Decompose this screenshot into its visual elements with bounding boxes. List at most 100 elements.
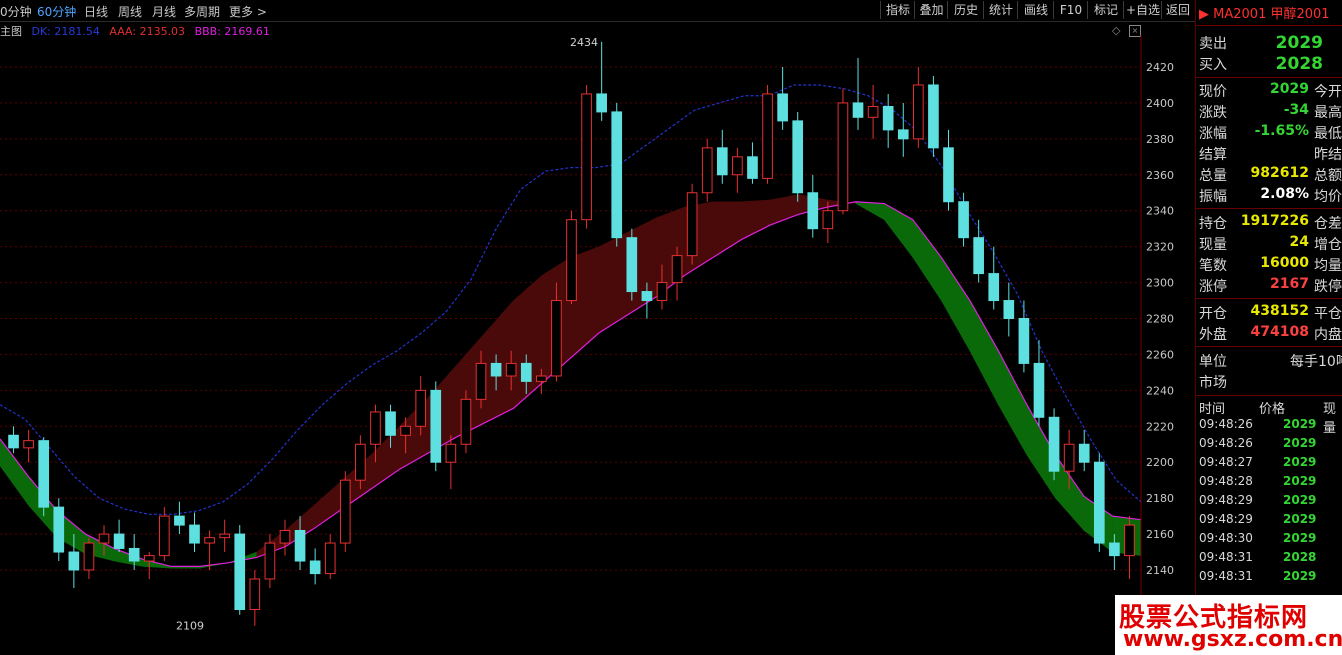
sell-label: 卖出 <box>1199 36 1227 52</box>
candle-body <box>611 111 623 239</box>
candle-body <box>490 362 502 377</box>
candle-body <box>294 529 306 562</box>
quote-row: 结算 昨结 <box>1196 143 1342 164</box>
candle-body <box>234 533 246 611</box>
stats-button[interactable]: 统计 <box>983 1 1018 19</box>
ma-band-segment <box>912 218 942 302</box>
candle-body <box>988 273 1000 302</box>
candle-body <box>792 120 804 194</box>
candle-body <box>1093 461 1105 544</box>
tick-row: 09:48:27 2029 <box>1199 453 1342 472</box>
symbol-header[interactable]: ▶ MA2001 甲醇2001 <box>1199 3 1330 22</box>
candle-body <box>249 578 261 611</box>
tf-monthly[interactable]: 月线 <box>152 3 176 20</box>
candle-body <box>686 192 698 257</box>
quote-value: 982612 <box>1250 165 1309 181</box>
candle-body <box>958 201 969 239</box>
high-price-label: 2434 <box>570 36 598 49</box>
tick-time: 09:48:31 <box>1199 550 1253 564</box>
indicator-button[interactable]: 指标 <box>880 1 915 19</box>
symbol-name: 甲醇2001 <box>1270 7 1330 22</box>
tick-time: 09:48:27 <box>1199 455 1253 469</box>
buy-price: 2028 <box>1275 54 1323 74</box>
tick-time: 09:48:26 <box>1199 417 1253 431</box>
draw-button[interactable]: 画线 <box>1017 1 1054 19</box>
candle-body <box>445 443 457 463</box>
quote-panel: ▶ MA2001 甲醇2001 卖出 2029 买入 2028 现价 2029 今开… <box>1195 0 1342 655</box>
tick-time: 09:48:31 <box>1199 569 1253 583</box>
ma-band-segment <box>941 256 971 352</box>
position-value: 16000 <box>1260 255 1309 271</box>
order-row: 外盘 474108 内盘 <box>1196 323 1342 344</box>
candle-body <box>204 537 215 544</box>
quote-label2: 最低 <box>1314 126 1342 142</box>
f10-button[interactable]: F10 <box>1053 1 1088 19</box>
tf-weekly[interactable]: 周线 <box>118 3 142 20</box>
candle-body <box>581 93 592 221</box>
tf-60min[interactable]: 60分钟 <box>37 3 76 20</box>
tf-daily[interactable]: 日线 <box>84 3 108 20</box>
candle-body <box>174 515 185 526</box>
candle-body <box>536 375 547 382</box>
watermark-url: www.gsxz.com.cn <box>1123 627 1342 652</box>
candle-body <box>943 147 954 203</box>
candle-body <box>1033 362 1045 418</box>
tick-price: 2029 <box>1283 417 1317 431</box>
order-label2: 平仓 <box>1314 306 1342 322</box>
candle-body <box>219 533 230 539</box>
position-value: 24 <box>1289 234 1309 250</box>
position-label2: 跌停 <box>1314 279 1342 295</box>
candle-body <box>264 542 276 580</box>
ma-band-segment <box>969 299 999 405</box>
candle-body <box>113 533 125 549</box>
position-label: 涨停 <box>1199 279 1227 295</box>
price-tick-label: 2240 <box>1146 384 1174 397</box>
price-chart[interactable]: 2420 2400 2380 2360 2340 2320 2300 2280 2260 2240… <box>0 35 1193 655</box>
history-button[interactable]: 历史 <box>947 1 984 19</box>
market-label: 市场 <box>1199 375 1227 391</box>
candle-body <box>128 547 140 562</box>
tick-time: 09:48:26 <box>1199 436 1253 450</box>
tick-price: 2029 <box>1283 436 1317 450</box>
candle-body <box>83 542 95 571</box>
candle-body <box>973 237 984 275</box>
tick-price: 2029 <box>1283 493 1317 507</box>
overlay-button[interactable]: 叠加 <box>914 1 948 19</box>
tf-more[interactable]: 更多 > <box>229 3 267 20</box>
order-label: 外盘 <box>1199 327 1227 343</box>
candle-body <box>460 398 472 445</box>
candle-body <box>762 93 773 179</box>
candle-body <box>143 555 155 562</box>
tick-row: 09:48:31 2029 <box>1199 567 1342 586</box>
unit-row: 单位 每手10吨 <box>1196 350 1342 371</box>
unit-value: 每手10吨 <box>1290 354 1342 370</box>
candle-body <box>400 425 411 436</box>
candle-body <box>370 411 381 445</box>
tf-multi[interactable]: 多周期 <box>184 3 220 20</box>
add-watchlist-button[interactable]: +自选 <box>1123 1 1162 19</box>
tick-row: 09:48:26 2029 <box>1199 415 1342 434</box>
quote-row: 振幅 2.08% 均价 <box>1196 185 1342 206</box>
candle-body <box>475 362 487 400</box>
quote-label2: 今开 <box>1314 84 1342 100</box>
back-button[interactable]: 返回 <box>1161 1 1194 19</box>
position-value: 1917226 <box>1240 213 1309 229</box>
candle-body <box>882 106 894 131</box>
quote-row: 涨幅 -1.65% 最低 <box>1196 122 1342 143</box>
position-label2: 仓差 <box>1314 216 1342 232</box>
candle-body <box>747 156 758 179</box>
candle-body <box>23 440 34 449</box>
flag-icon: ▶ <box>1199 7 1209 22</box>
price-tick-label: 2220 <box>1146 420 1174 433</box>
quote-value: -34 <box>1283 102 1309 118</box>
mark-button[interactable]: 标记 <box>1087 1 1124 19</box>
candle-body <box>355 443 366 481</box>
candle-body <box>867 106 879 118</box>
tick-price: 2029 <box>1283 569 1317 583</box>
quote-value: 2.08% <box>1260 186 1309 202</box>
sell-row: 卖出 2029 <box>1196 32 1342 53</box>
candle-body <box>822 210 834 230</box>
tf-0min[interactable]: 0分钟 <box>0 3 32 20</box>
candle-body <box>98 533 110 544</box>
quote-label: 总量 <box>1199 168 1227 184</box>
